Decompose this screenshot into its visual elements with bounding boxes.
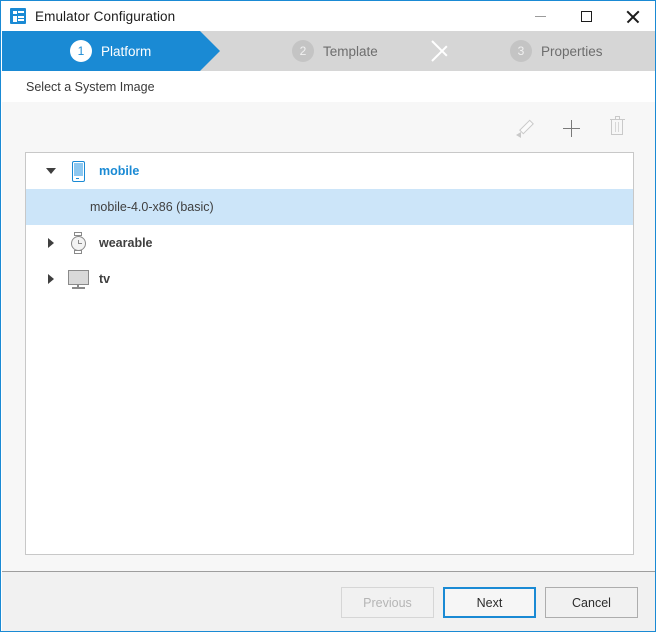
phone-icon (66, 160, 90, 182)
window-title: Emulator Configuration (35, 9, 175, 24)
title-bar: Emulator Configuration (1, 1, 655, 31)
step-platform-number: 1 (70, 40, 92, 62)
tree-leaf-mobile-image[interactable]: mobile-4.0-x86 (basic) (26, 189, 633, 225)
tree-leaf-mobile-image-label: mobile-4.0-x86 (basic) (90, 200, 214, 214)
app-list-icon (10, 8, 26, 24)
tree-node-tv-label: tv (99, 272, 110, 286)
emulator-configuration-window: Emulator Configuration 1 Platform 2 Temp… (0, 0, 656, 632)
section-header-label: Select a System Image (26, 80, 155, 94)
step-template-number: 2 (292, 40, 314, 62)
delete-image-button[interactable] (600, 111, 634, 145)
maximize-icon (581, 11, 592, 22)
chevron-down-icon[interactable] (43, 168, 59, 174)
next-button[interactable]: Next (443, 587, 536, 618)
step-separator-icon (430, 31, 452, 71)
step-platform[interactable]: 1 Platform (2, 31, 200, 71)
previous-button[interactable]: Previous (341, 587, 434, 618)
system-image-tree[interactable]: mobile mobile-4.0-x86 (basic) wearable (25, 152, 634, 555)
step-template-label: Template (323, 44, 378, 59)
pencil-icon (516, 119, 534, 137)
step-properties-number: 3 (510, 40, 532, 62)
tree-node-wearable-label: wearable (99, 236, 153, 250)
window-controls (517, 1, 655, 31)
tree-node-tv[interactable]: tv (26, 261, 633, 297)
tv-icon (66, 268, 90, 290)
image-toolbar (508, 111, 634, 145)
chevron-right-icon[interactable] (43, 274, 59, 284)
step-properties[interactable]: 3 Properties (510, 31, 603, 71)
minimize-button[interactable] (517, 1, 563, 31)
watch-icon (66, 232, 90, 254)
dialog-buttons: Previous Next Cancel (341, 587, 638, 618)
section-header: Select a System Image (2, 71, 656, 102)
cancel-button[interactable]: Cancel (545, 587, 638, 618)
close-button[interactable] (609, 1, 655, 31)
close-icon (626, 10, 639, 23)
tree-node-mobile-label: mobile (99, 164, 139, 178)
add-image-button[interactable] (554, 111, 588, 145)
plus-icon (563, 120, 580, 137)
edit-image-button[interactable] (508, 111, 542, 145)
minimize-icon (535, 16, 546, 17)
step-platform-label: Platform (101, 44, 151, 59)
tree-node-wearable[interactable]: wearable (26, 225, 633, 261)
maximize-button[interactable] (563, 1, 609, 31)
step-template[interactable]: 2 Template (292, 31, 378, 71)
trash-icon (610, 119, 625, 137)
wizard-step-bar: 1 Platform 2 Template 3 Properties (2, 31, 656, 71)
body-area: mobile mobile-4.0-x86 (basic) wearable (2, 102, 656, 571)
tree-node-mobile[interactable]: mobile (26, 153, 633, 189)
step-properties-label: Properties (541, 44, 603, 59)
dialog-footer: Previous Next Cancel (2, 571, 656, 632)
chevron-right-icon[interactable] (43, 238, 59, 248)
